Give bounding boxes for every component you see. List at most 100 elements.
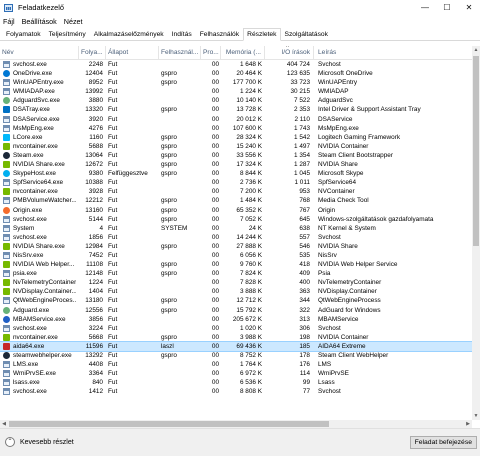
table-row[interactable]: steamwebhelper.exe 13292 Fut gspro 00 8 752 K… [0, 351, 480, 360]
process-status: Fut [108, 88, 118, 96]
process-name: nvcontainer.exe [13, 142, 58, 150]
process-user: gspro [161, 206, 177, 214]
table-row[interactable]: NisSrv.exe 7452 Fut 00 6 056 K 535 NisSrv [0, 251, 480, 260]
table-row[interactable]: lsass.exe 840 Fut 00 6 536 K 99 Lsass [0, 378, 480, 387]
menu-file[interactable]: Fájl [3, 17, 15, 26]
table-row[interactable]: PMBVolumeWatcher... 12212 Fut gspro 00 1 484 … [0, 196, 480, 205]
menu-view[interactable]: Nézet [64, 17, 83, 26]
table-row[interactable]: MBAMService.exe 3856 Fut 00 205 672 K 313 MBAM… [0, 315, 480, 324]
onedrive-icon [3, 70, 10, 78]
tab-startup[interactable]: Indítás [168, 28, 196, 40]
generic-icon [3, 179, 10, 187]
table-row-selected[interactable]: aida64.exe 11596 Fut laszl 00 69 436 K 185 AIDA… [0, 340, 480, 353]
process-description: LMS [318, 361, 332, 369]
process-status: Fut [108, 297, 118, 305]
process-memory: 7 200 K [239, 188, 262, 196]
end-task-button[interactable]: Feladat befejezése [409, 436, 477, 449]
scroll-down-icon[interactable]: ▼ [472, 412, 480, 420]
table-row[interactable]: QtWebEngineProces... 13180 Fut gspro 00 12 71… [0, 296, 480, 305]
column-header-io-writes[interactable]: ^ I/O írások [265, 46, 314, 60]
horizontal-scroll-thumb[interactable] [9, 421, 329, 427]
table-row[interactable]: AdguardSvc.exe 3880 Fut 00 10 140 K 7 522 Adgu… [0, 96, 480, 105]
process-memory: 17 324 K [236, 161, 262, 169]
tab-app-history[interactable]: Alkalmazáselőzmények [90, 28, 168, 40]
table-row[interactable]: NVIDIA Share.exe 12672 Fut gspro 00 17 324 K 1… [0, 160, 480, 169]
tab-users[interactable]: Felhasználók [196, 28, 243, 40]
table-row[interactable]: svchost.exe 5144 Fut gspro 00 7 052 K 645 Windo… [0, 215, 480, 224]
table-row[interactable]: MsMpEng.exe 4276 Fut 00 107 600 K 1 743 MsMpEn… [0, 124, 480, 133]
scroll-up-icon[interactable]: ▲ [472, 46, 480, 54]
table-row[interactable]: LCore.exe 1160 Fut gspro 00 28 324 K 1 542 Logi… [0, 133, 480, 142]
process-status: Fut [108, 288, 118, 296]
process-cpu: 00 [211, 170, 219, 178]
table-row[interactable]: LMS.exe 4408 Fut 00 1 764 K 176 LMS [0, 360, 480, 369]
process-name: nvcontainer.exe [13, 188, 58, 196]
scroll-right-icon[interactable]: ▶ [464, 420, 472, 428]
process-name: NvTelemetryContainer... [13, 279, 76, 287]
tab-strip: Folyamatok Teljesítmény Alkalmazáselőzmé… [0, 28, 480, 41]
table-row[interactable]: NVIDIA Share.exe 12984 Fut gspro 00 27 888 K 5… [0, 242, 480, 251]
column-header-description[interactable]: Leírás [314, 46, 472, 60]
table-row[interactable]: Origin.exe 13160 Fut gspro 00 65 352 K 767 Orig… [0, 206, 480, 215]
menu-options[interactable]: Beállítások [22, 17, 57, 26]
vertical-scrollbar[interactable]: ▲ ▼ [472, 46, 480, 420]
tab-services[interactable]: Szolgáltatások [281, 28, 333, 40]
process-name: SpfService64.exe [13, 179, 64, 187]
process-io-writes: 1 743 [294, 124, 310, 132]
process-cpu: 00 [211, 97, 219, 105]
table-row[interactable]: SkypeHost.exe 9380 Felfüggesztve gspro 00 8 8… [0, 169, 480, 178]
vertical-scroll-thumb[interactable] [473, 56, 479, 246]
horizontal-scrollbar[interactable]: ◀ ▶ [0, 420, 472, 428]
table-row[interactable]: Adguard.exe 12556 Fut gspro 00 15 792 K 322 AdG… [0, 306, 480, 315]
table-row[interactable]: NVDisplay.Container... 1404 Fut 00 3 888 K 36… [0, 287, 480, 296]
process-memory: 20 464 K [236, 70, 262, 78]
column-header-memory[interactable]: Memória (... [221, 46, 265, 60]
process-io-writes: 638 [299, 224, 310, 232]
close-button[interactable]: ✕ [458, 0, 480, 15]
process-name: PMBVolumeWatcher... [13, 197, 76, 205]
table-row[interactable]: nvcontainer.exe 5688 Fut gspro 00 15 240 K 1 4… [0, 142, 480, 151]
process-name: svchost.exe [13, 61, 47, 68]
process-cpu: 00 [211, 297, 219, 305]
scroll-left-icon[interactable]: ◀ [0, 420, 8, 428]
table-row[interactable]: svchost.exe 2248 Fut 00 1 648 K 404 724 Svchos… [0, 60, 480, 69]
table-row[interactable]: NVIDIA Web Helper... 11108 Fut gspro 00 9 760… [0, 260, 480, 269]
table-row[interactable]: NvTelemetryContainer... 1224 Fut 00 7 828 K 4… [0, 278, 480, 287]
tab-performance[interactable]: Teljesítmény [45, 28, 90, 40]
table-row[interactable]: OneDrive.exe 12404 Fut gspro 00 20 464 K 123 6… [0, 69, 480, 78]
table-row[interactable]: svchost.exe 1856 Fut 00 14 244 K 557 Svchost [0, 233, 480, 242]
process-user [161, 96, 199, 105]
table-row[interactable]: nvcontainer.exe 3928 Fut 00 7 200 K 953 NVCont… [0, 187, 480, 196]
fewer-details-toggle[interactable]: ⌃ Kevesebb részlet [5, 437, 74, 447]
process-memory: 7 824 K [239, 270, 262, 278]
table-row[interactable]: svchost.exe 1412 Fut 00 8 808 K 77 Svchost [0, 387, 480, 396]
column-header-name[interactable]: Név [0, 46, 79, 60]
table-row[interactable]: DSAService.exe 3920 Fut 00 20 012 K 2 110 DSAS… [0, 115, 480, 124]
process-name: SkypeHost.exe [13, 170, 56, 178]
process-user [161, 233, 199, 242]
process-io-writes: 546 [299, 242, 310, 250]
tab-details[interactable]: Részletek [243, 28, 281, 41]
table-row[interactable]: WinUAPEntry.exe 8952 Fut gspro 00 177 700 K 33… [0, 78, 480, 87]
tab-processes[interactable]: Folyamatok [2, 28, 45, 40]
table-row[interactable]: WmiPrvSE.exe 3364 Fut 00 6 972 K 114 WmiPrvSE [0, 369, 480, 378]
column-header-pid[interactable]: Folya... [79, 46, 106, 60]
column-header-user[interactable]: Felhasznál... [159, 46, 201, 60]
generic-icon [3, 297, 10, 305]
process-io-writes: 178 [299, 352, 310, 359]
table-row[interactable]: psia.exe 12148 Fut gspro 00 7 824 K 409 Psia [0, 269, 480, 278]
generic-icon [3, 124, 10, 132]
table-row[interactable]: DSATray.exe 13320 Fut gspro 00 13 728 K 2 353 I… [0, 105, 480, 114]
maximize-button[interactable]: ☐ [436, 0, 458, 15]
process-description: NVContainer [318, 188, 355, 196]
table-row[interactable]: Steam.exe 13064 Fut gspro 00 33 556 K 1 354 Ste… [0, 151, 480, 160]
column-header-cpu[interactable]: Pro... [201, 46, 221, 60]
minimize-button[interactable]: — [414, 0, 436, 15]
table-row[interactable]: WMIADAP.exe 13992 Fut 00 1 224 K 30 215 WMIADA… [0, 87, 480, 96]
table-row[interactable]: svchost.exe 3224 Fut 00 1 020 K 306 Svchost [0, 324, 480, 333]
table-row[interactable]: System 4 Fut SYSTEM 00 24 K 638 NT Kernel & Sys… [0, 224, 480, 233]
column-header-status[interactable]: Állapot [106, 46, 159, 60]
table-row[interactable]: nvcontainer.exe 5668 Fut gspro 00 3 988 K 198 N… [0, 333, 480, 342]
skype-icon [3, 170, 10, 178]
table-row[interactable]: SpfService64.exe 10388 Fut 00 2 736 K 1 011 Sp… [0, 178, 480, 187]
